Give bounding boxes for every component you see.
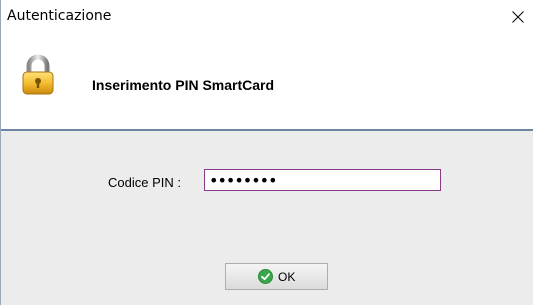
close-icon: [512, 11, 524, 23]
pin-masked-value: ••••••••: [209, 171, 277, 190]
pin-form-panel: Codice PIN : •••••••• OK: [1, 131, 533, 305]
ok-button[interactable]: OK: [225, 263, 328, 290]
header-title: Inserimento PIN SmartCard: [92, 77, 275, 93]
ok-button-label: OK: [278, 270, 296, 284]
dialog-header: Inserimento PIN SmartCard: [1, 34, 533, 130]
authentication-dialog: Autenticazione Inserimento PIN SmartCard…: [0, 0, 533, 305]
title-bar[interactable]: Autenticazione: [1, 0, 533, 34]
close-button[interactable]: [497, 0, 533, 34]
lock-icon: [22, 54, 54, 95]
pin-input[interactable]: ••••••••: [204, 169, 441, 191]
pin-label: Codice PIN :: [108, 175, 181, 190]
check-icon: [258, 269, 273, 284]
window-title: Autenticazione: [7, 8, 112, 24]
